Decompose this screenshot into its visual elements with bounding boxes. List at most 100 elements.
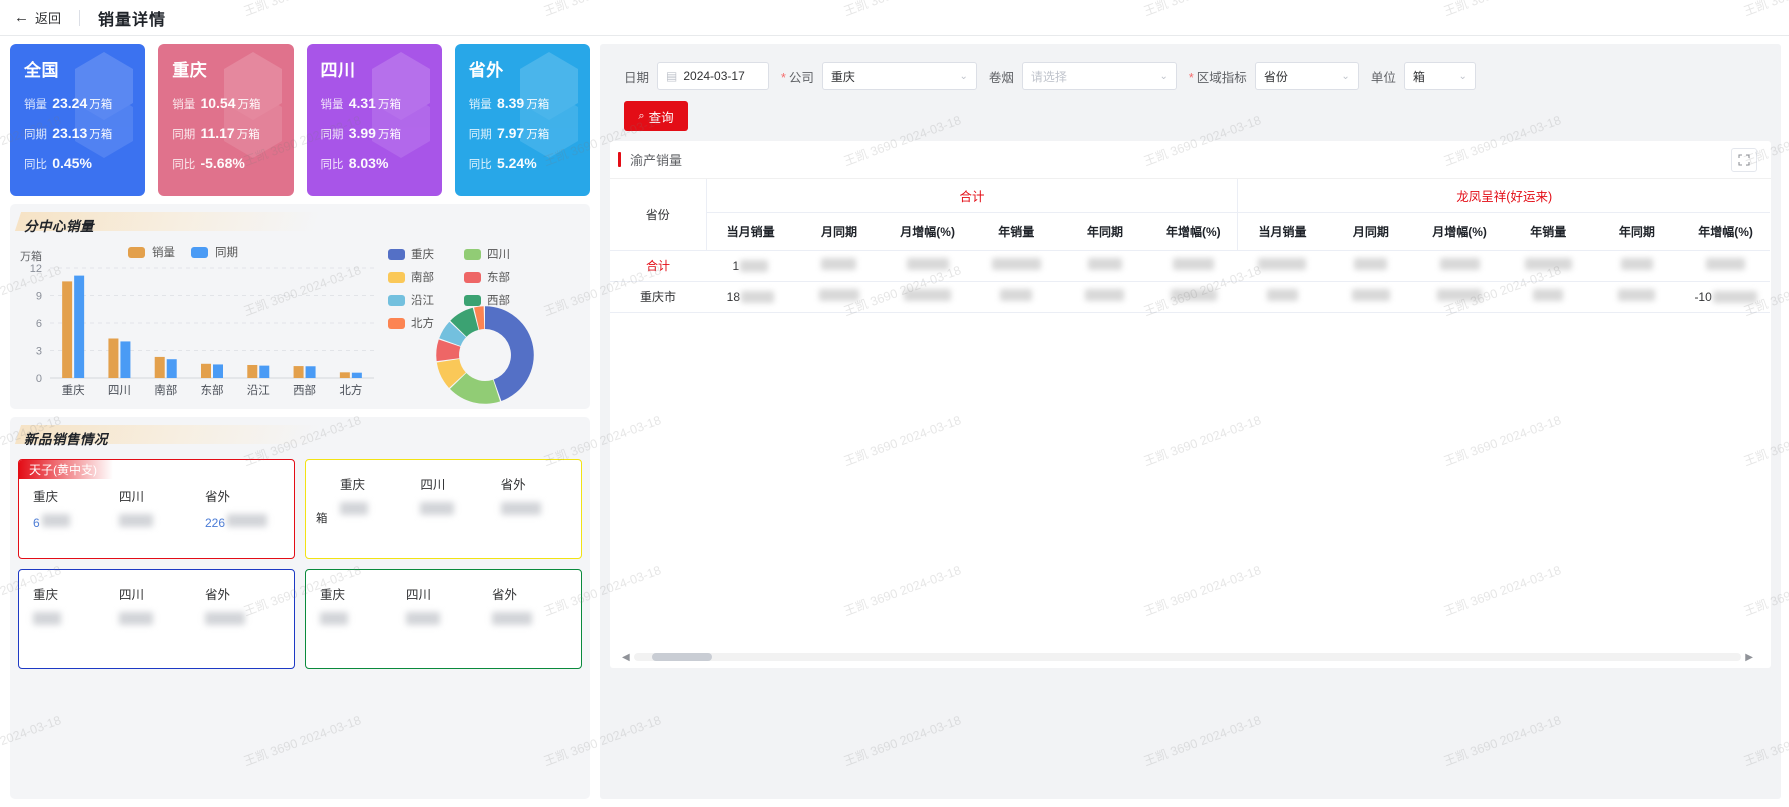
table-sub-header-row: 当月销量 月同期 月增幅(%) 年销量 年同期 年增幅(%) 当月销量 月同期 月增幅(%) 年销… [610, 212, 1770, 251]
topbar: ← 返回 销量详情 [0, 0, 1789, 36]
kpi-card-chongqing: 重庆 销量 10.54 万箱 同期 11.17 万箱 同比 -5.68% [158, 44, 294, 196]
new-product-region-value [492, 612, 578, 627]
kpi-same-label: 同期 [320, 129, 344, 141]
table-cell [1149, 250, 1238, 282]
kpi-card-row: 全国 销量 23.24 万箱 同期 23.13 万箱 同比 0.45% 重庆 销… [10, 44, 590, 196]
table-cell-redacted [1266, 289, 1298, 301]
new-product-card-0: 天子(黄中支) 重庆 6 四川 省外 226 [18, 459, 295, 559]
svg-text:0: 0 [36, 373, 42, 385]
search-icon: ⌕ [638, 109, 645, 122]
search-button[interactable]: ⌕ 查询 [624, 101, 688, 131]
svg-text:3: 3 [36, 346, 42, 358]
table-cell-redacted [991, 258, 1041, 270]
legend-item-sales[interactable]: 销量 [128, 244, 175, 260]
table-cell-redacted [1085, 289, 1125, 301]
kpi-yoy-line: 同比 8.03% [321, 155, 442, 172]
table-column-header: 年同期 [1592, 212, 1682, 251]
table-card-title-wrap: 渝产销量 [610, 150, 682, 169]
branch-bar-chart: 销量 同期 万箱 0 3 6 9 12 重庆 四川 南部 东部 沿江 西部 北方 [10, 238, 380, 406]
branch-donut-chart: 重庆 四川 南部 东部 沿江 西部 北方 [380, 238, 590, 406]
table-cell: -10 [1681, 281, 1770, 313]
kpi-sales-unit: 万箱 [89, 99, 113, 111]
region-metric-select[interactable]: 省份 ⌄ [1254, 62, 1359, 90]
new-product-region-value [320, 612, 406, 627]
table-cell-redacted [1354, 258, 1388, 270]
table-cell-visible-value: -10 [1694, 289, 1712, 304]
horizontal-scrollbar[interactable]: ◀ ▶ [618, 652, 1757, 663]
table-cell: 1 [706, 250, 795, 282]
kpi-yoy-label: 同比 [24, 159, 47, 171]
donut-chart-svg [436, 306, 534, 404]
kpi-same-label: 同期 [24, 129, 47, 141]
donut-legend-swatch [464, 248, 481, 260]
table-cell [1592, 250, 1682, 282]
table-group-header-1: 龙凤呈祥(好运来) [1237, 179, 1770, 213]
scroll-left-arrow-icon[interactable]: ◀ [618, 652, 634, 663]
sales-data-table: 省份 合计 龙凤呈祥(好运来) 当月销量 月同期 月增幅(%) 年销量 年同期 年增幅(%) 当月… [610, 179, 1770, 313]
table-cell [1326, 281, 1416, 313]
table-cell [1237, 250, 1327, 282]
donut-legend-item-1[interactable]: 四川 [464, 246, 526, 262]
company-select-value: 重庆 [830, 69, 855, 84]
new-product-region-name: 省外 [205, 588, 231, 602]
table-card-title: 渝产销量 [630, 153, 683, 168]
legend-item-sameperiod[interactable]: 同期 [191, 244, 238, 260]
new-product-region-name: 四川 [119, 490, 145, 504]
cigarette-select[interactable]: 请选择 ⌄ [1021, 62, 1177, 90]
scrollbar-thumb[interactable] [651, 653, 712, 661]
arrow-left-icon: ← [14, 9, 29, 26]
kpi-yoy-line: 同比 -5.68% [172, 155, 293, 172]
svg-text:四川: 四川 [108, 384, 131, 397]
new-product-region-column: 省外 [500, 474, 581, 517]
unit-select[interactable]: 箱 ⌄ [1403, 62, 1476, 90]
table-cell [1415, 281, 1504, 313]
table-scroll-area[interactable]: 省份 合计 龙凤呈祥(好运来) 当月销量 月同期 月增幅(%) 年销量 年同期 年增幅(%) 当月… [610, 179, 1771, 644]
donut-legend-item-0[interactable]: 重庆 [388, 246, 450, 262]
kpi-sales-line: 销量 10.54 万箱 [172, 95, 293, 112]
new-product-unit-label: 箱 [316, 513, 328, 525]
table-cell-redacted [904, 289, 952, 301]
table-cell [1060, 250, 1150, 282]
back-button[interactable]: ← 返回 [14, 8, 61, 27]
kpi-yoy-label: 同比 [320, 159, 344, 171]
table-cell-redacted [740, 259, 769, 272]
table-cell-redacted [1437, 289, 1483, 301]
table-cell [971, 250, 1061, 282]
new-product-card-ribbon: 天子(黄中支) [19, 460, 113, 479]
kpi-sales-line: 销量 8.39 万箱 [469, 95, 590, 112]
new-product-region-column: 四川 [119, 584, 205, 627]
date-input[interactable]: ▤ 2024-03-17 [657, 62, 770, 90]
table-row[interactable]: 合计 1 [610, 250, 1770, 282]
table-row-label: 合计 [610, 250, 706, 282]
table-column-header: 月同期 [1326, 212, 1416, 251]
search-button-label: 查询 [648, 110, 674, 125]
kpi-yoy-label: 同比 [172, 159, 196, 171]
kpi-same-unit: 万箱 [377, 129, 401, 141]
table-row[interactable]: 重庆市 18 -10 [610, 281, 1770, 313]
new-product-region-name: 四川 [406, 588, 432, 602]
region-metric-select-value: 省份 [1263, 69, 1288, 84]
new-product-card-2: 重庆 四川 省外 [18, 569, 295, 669]
kpi-card-national: 全国 销量 23.24 万箱 同期 23.13 万箱 同比 0.45% [10, 44, 146, 196]
expand-icon[interactable] [1731, 147, 1757, 172]
donut-legend-item-2[interactable]: 南部 [388, 269, 450, 285]
scrollbar-track[interactable] [633, 653, 1742, 661]
table-cell [883, 250, 972, 282]
filter-company: 公司 重庆 ⌄ [781, 62, 977, 90]
table-cell [1681, 250, 1770, 282]
donut-legend-swatch [388, 248, 405, 260]
new-product-card-1: 箱 重庆 四川 省外 [305, 459, 582, 559]
scroll-right-arrow-icon[interactable]: ▶ [1741, 652, 1757, 663]
filter-cigarette-label: 卷烟 [988, 70, 1014, 85]
company-select[interactable]: 重庆 ⌄ [821, 62, 977, 90]
table-header-province: 省份 [610, 179, 706, 251]
svg-text:北方: 北方 [339, 383, 362, 397]
kpi-card-outside-province: 省外 销量 8.39 万箱 同期 7.97 万箱 同比 5.24% [454, 44, 590, 196]
donut-legend-label: 东部 [487, 272, 510, 284]
table-cell-redacted [818, 289, 859, 301]
charts-body: 销量 同期 万箱 0 3 6 9 12 重庆 四川 南部 东部 沿江 西部 北方 重庆 四川 南部 东部沿 [10, 238, 590, 406]
donut-legend-item-3[interactable]: 东部 [464, 269, 526, 285]
table-cell [794, 281, 884, 313]
table-cell-redacted [1439, 258, 1480, 270]
svg-text:沿江: 沿江 [247, 384, 270, 397]
